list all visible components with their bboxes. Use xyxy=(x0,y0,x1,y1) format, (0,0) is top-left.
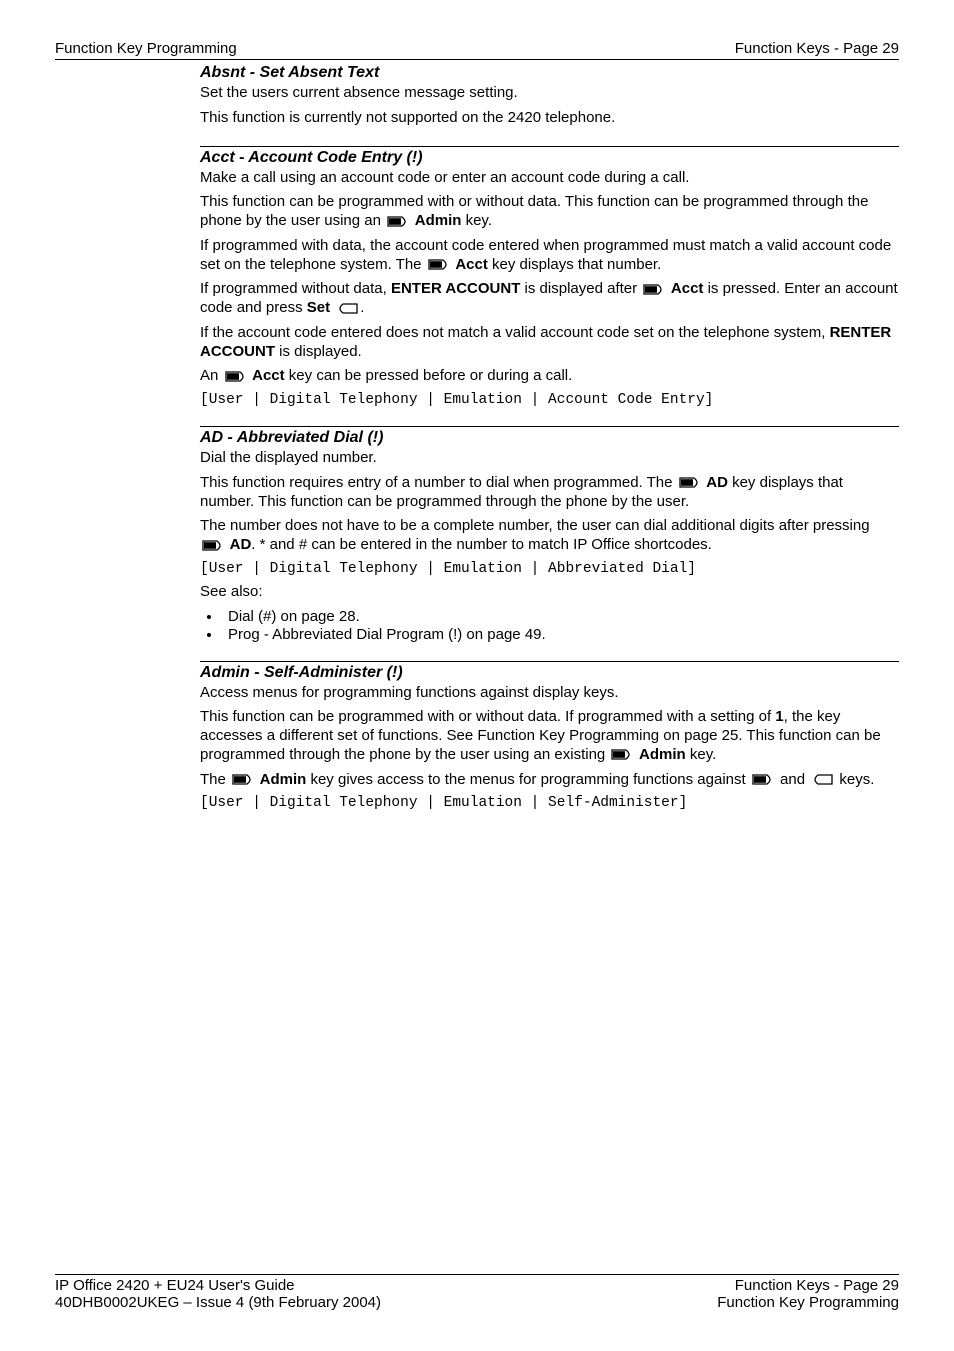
header-right: Function Keys - Page 29 xyxy=(735,40,899,57)
top-header: Function Key Programming Function Keys -… xyxy=(55,40,899,60)
admin-code-path: [User | Digital Telephony | Emulation | … xyxy=(200,795,899,811)
admin-p3: The Admin key gives access to the menus … xyxy=(200,771,899,790)
footer: IP Office 2420 + EU24 User's Guide 40DHB… xyxy=(55,1274,899,1311)
acct-p6: An Acct key can be pressed before or dur… xyxy=(200,367,899,386)
admin-p2: This function can be programmed with or … xyxy=(200,708,899,764)
footer-right: Function Keys - Page 29 Function Key Pro… xyxy=(717,1277,899,1311)
footer-left-line2: 40DHB0002UKEG – Issue 4 (9th February 20… xyxy=(55,1294,381,1311)
ad-title: AD - Abbreviated Dial (!) xyxy=(200,429,899,447)
acct-title: Acct - Account Code Entry (!) xyxy=(200,149,899,167)
main-content: Absnt - Set Absent Text Set the users cu… xyxy=(200,64,899,811)
soft-key-right-icon xyxy=(752,774,774,785)
separator xyxy=(200,146,899,147)
separator xyxy=(200,661,899,662)
acct-code-path: [User | Digital Telephony | Emulation | … xyxy=(200,392,899,408)
list-item: Prog - Abbreviated Dial Program (!) on p… xyxy=(222,626,899,643)
soft-key-right-icon xyxy=(232,774,254,785)
admin-title: Admin - Self-Administer (!) xyxy=(200,664,899,682)
acct-p2: This function can be programmed with or … xyxy=(200,193,899,231)
soft-key-right-icon xyxy=(611,749,633,760)
ad-code-path: [User | Digital Telephony | Emulation | … xyxy=(200,561,899,577)
soft-key-right-icon xyxy=(643,284,665,295)
acct-p3: If programmed with data, the account cod… xyxy=(200,237,899,275)
soft-key-right-icon xyxy=(225,371,247,382)
soft-key-right-icon xyxy=(202,540,224,551)
soft-key-left-icon xyxy=(811,774,833,785)
footer-left: IP Office 2420 + EU24 User's Guide 40DHB… xyxy=(55,1277,381,1311)
header-left: Function Key Programming xyxy=(55,40,237,57)
ad-seealso-list: Dial (#) on page 28. Prog - Abbreviated … xyxy=(200,608,899,643)
ad-p2: This function requires entry of a number… xyxy=(200,474,899,512)
acct-p4: If programmed without data, ENTER ACCOUN… xyxy=(200,280,899,318)
footer-right-line1: Function Keys - Page 29 xyxy=(717,1277,899,1294)
absnt-title: Absnt - Set Absent Text xyxy=(200,64,899,82)
soft-key-right-icon xyxy=(679,477,701,488)
ad-seealso: See also: xyxy=(200,583,899,602)
footer-left-line1: IP Office 2420 + EU24 User's Guide xyxy=(55,1277,381,1294)
ad-p3: The number does not have to be a complet… xyxy=(200,517,899,555)
admin-p1: Access menus for programming functions a… xyxy=(200,684,899,703)
ad-p1: Dial the displayed number. xyxy=(200,449,899,468)
list-item: Dial (#) on page 28. xyxy=(222,608,899,625)
soft-key-right-icon xyxy=(428,259,450,270)
acct-p1: Make a call using an account code or ent… xyxy=(200,169,899,188)
footer-right-line2: Function Key Programming xyxy=(717,1294,899,1311)
absnt-p1: Set the users current absence message se… xyxy=(200,84,899,103)
page: Function Key Programming Function Keys -… xyxy=(0,0,954,1351)
absnt-p2: This function is currently not supported… xyxy=(200,109,899,128)
acct-p5: If the account code entered does not mat… xyxy=(200,324,899,362)
separator xyxy=(200,426,899,427)
soft-key-right-icon xyxy=(387,216,409,227)
soft-key-left-icon xyxy=(336,303,358,314)
